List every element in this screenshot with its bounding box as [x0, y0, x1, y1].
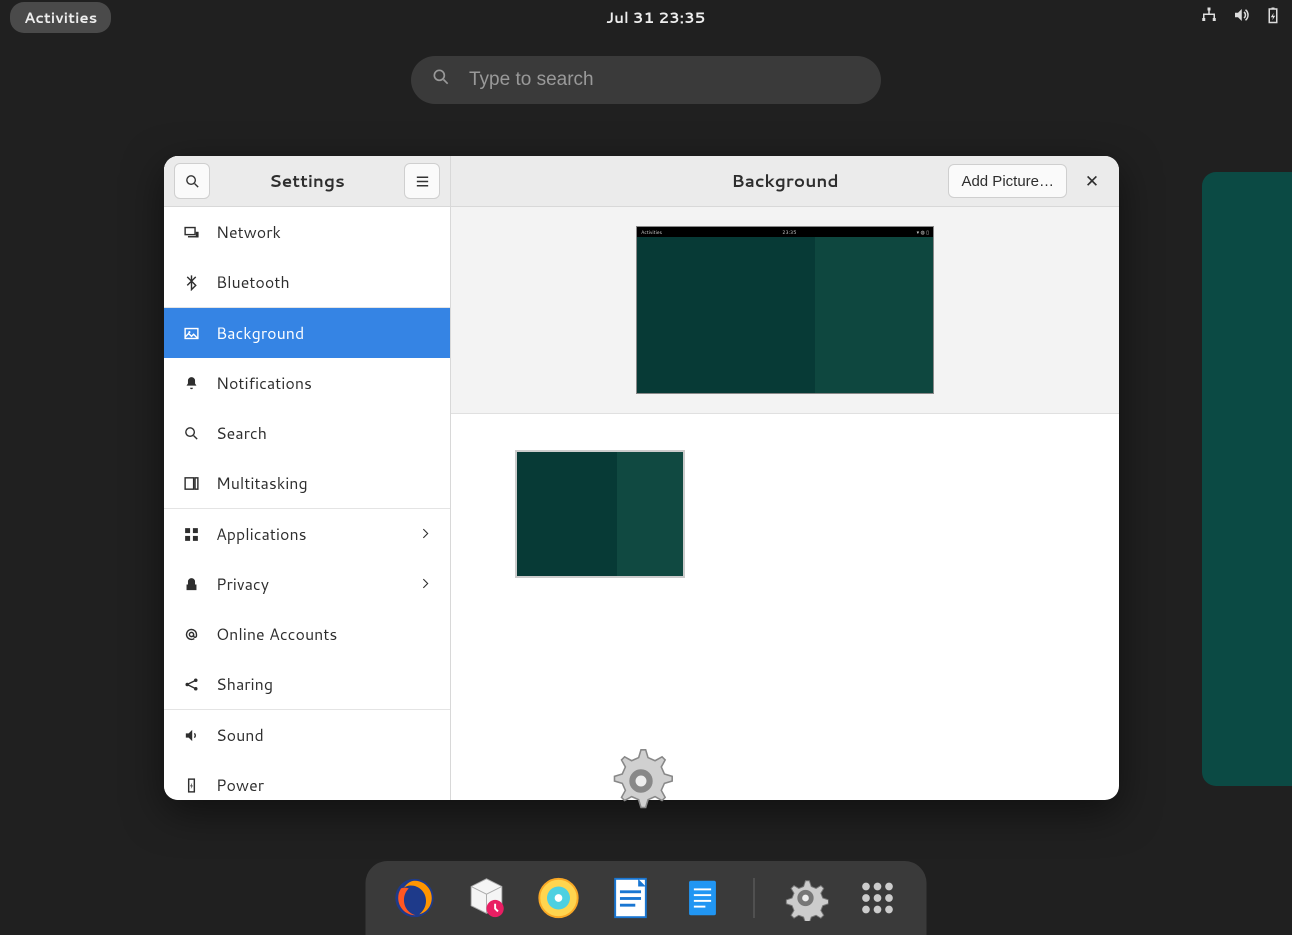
dock-app-backups[interactable]	[464, 875, 510, 921]
top-bar: Activities Jul 31 23:35	[0, 0, 1292, 34]
sidebar-item-search[interactable]: Search	[164, 408, 450, 458]
multitasking-icon	[182, 475, 200, 492]
system-tray[interactable]	[1200, 6, 1282, 29]
sidebar-item-label: Notifications	[216, 372, 312, 395]
wallpaper-grid	[451, 414, 1119, 800]
overview-search-wrap	[0, 56, 1292, 104]
close-button[interactable]: ✕	[1075, 164, 1109, 198]
thumb-texture	[617, 452, 683, 576]
preview-texture	[815, 237, 933, 393]
sidebar-list: Network Bluetooth Background Notificatio…	[164, 207, 450, 800]
sidebar-item-multitasking[interactable]: Multitasking	[164, 458, 450, 508]
dock-app-libreoffice-writer[interactable]	[608, 875, 654, 921]
settings-sidebar: Settings Network Bluetooth Background No…	[164, 156, 451, 800]
privacy-icon	[182, 576, 200, 593]
hamburger-button[interactable]	[404, 163, 440, 199]
overview-search[interactable]	[411, 56, 881, 104]
desktop-preview: Activities 23:35 ▾ ◍ ▯	[636, 226, 934, 394]
power-icon	[182, 777, 200, 794]
wallpaper-thumbnail[interactable]	[515, 450, 685, 578]
search-icon	[431, 67, 451, 93]
dock-app-disks[interactable]	[536, 875, 582, 921]
sidebar-item-power[interactable]: Power	[164, 760, 450, 800]
search-input[interactable]	[467, 68, 861, 92]
sidebar-item-label: Bluetooth	[216, 271, 290, 294]
sidebar-item-label: Sharing	[216, 673, 273, 696]
clock[interactable]: Jul 31 23:35	[606, 7, 705, 28]
apps-icon	[182, 526, 200, 543]
sidebar-item-network[interactable]: Network	[164, 207, 450, 257]
bell-icon	[182, 375, 200, 392]
at-icon	[182, 626, 200, 643]
settings-content: Background Add Picture… ✕ Activities 23:3…	[451, 156, 1119, 800]
preview-tray: ▾ ◍ ▯	[917, 229, 929, 236]
dock-app-settings[interactable]	[783, 875, 829, 921]
chevron-right-icon	[419, 573, 432, 596]
sidebar-item-label: Multitasking	[216, 472, 308, 495]
bluetooth-icon	[182, 274, 200, 291]
activities-button[interactable]: Activities	[10, 2, 111, 33]
sidebar-item-label: Network	[216, 221, 281, 244]
sidebar-item-label: Search	[216, 422, 267, 445]
dock-app-text-editor[interactable]	[680, 875, 726, 921]
chevron-right-icon	[419, 523, 432, 546]
sidebar-item-label: Sound	[216, 724, 264, 747]
sidebar-item-label: Background	[216, 322, 304, 345]
content-header: Background Add Picture… ✕	[451, 156, 1119, 207]
sidebar-item-online-accounts[interactable]: Online Accounts	[164, 609, 450, 659]
dock-separator	[754, 878, 755, 918]
sidebar-item-label: Power	[216, 774, 264, 797]
sidebar-item-sound[interactable]: Sound	[164, 709, 450, 760]
battery-icon	[1264, 6, 1282, 29]
panel-title: Background	[731, 169, 838, 193]
current-background-preview: Activities 23:35 ▾ ◍ ▯	[451, 207, 1119, 414]
sidebar-item-sharing[interactable]: Sharing	[164, 659, 450, 709]
workspace-thumbnail[interactable]	[1202, 172, 1292, 786]
preview-topbar: Activities 23:35 ▾ ◍ ▯	[637, 227, 933, 237]
sidebar-item-notifications[interactable]: Notifications	[164, 358, 450, 408]
sidebar-item-privacy[interactable]: Privacy	[164, 559, 450, 609]
network-icon	[1200, 6, 1218, 29]
sound-icon	[182, 727, 200, 744]
preview-activities: Activities	[641, 229, 662, 236]
search-icon	[182, 425, 200, 442]
window-app-icon	[602, 742, 680, 820]
sidebar-item-label: Privacy	[216, 573, 269, 596]
sidebar-item-label: Applications	[216, 523, 307, 546]
sidebar-item-background[interactable]: Background	[164, 307, 450, 358]
dash	[366, 861, 927, 935]
sidebar-item-label: Online Accounts	[216, 623, 337, 646]
sidebar-title: Settings	[269, 169, 345, 193]
dock-show-applications[interactable]	[855, 875, 901, 921]
sidebar-header: Settings	[164, 156, 450, 207]
add-picture-button[interactable]: Add Picture…	[948, 164, 1067, 198]
sidebar-item-bluetooth[interactable]: Bluetooth	[164, 257, 450, 307]
volume-icon	[1232, 6, 1250, 29]
sidebar-search-button[interactable]	[174, 163, 210, 199]
background-icon	[182, 325, 200, 342]
sidebar-item-applications[interactable]: Applications	[164, 508, 450, 559]
settings-window: Settings Network Bluetooth Background No…	[164, 156, 1119, 800]
share-icon	[182, 676, 200, 693]
preview-clock: 23:35	[782, 229, 796, 236]
dock-app-firefox[interactable]	[392, 875, 438, 921]
network-icon	[182, 224, 200, 241]
